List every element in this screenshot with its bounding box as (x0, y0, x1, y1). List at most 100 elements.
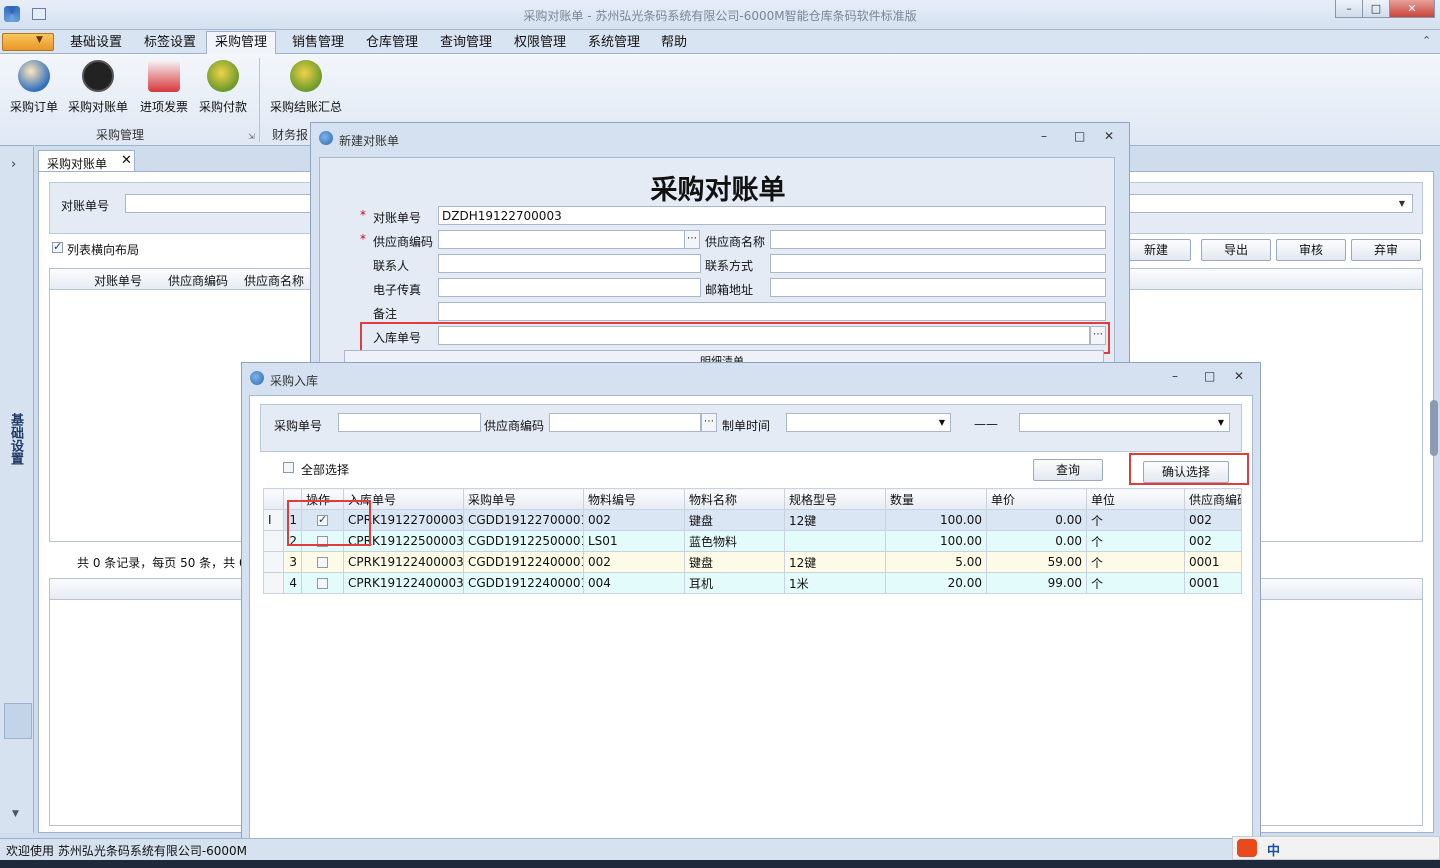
browse-ellipsis-icon[interactable]: ⋯ (684, 230, 700, 249)
filter-label: 对账单号 (61, 199, 110, 213)
cell-material-name: 键盘 (684, 551, 785, 573)
ribbon-divider (259, 58, 260, 142)
close-icon[interactable]: ✕ (1104, 129, 1114, 143)
layout-checkbox[interactable] (52, 240, 63, 253)
purchase-order-button[interactable]: 采购订单 (6, 58, 62, 115)
vertical-scrollbar[interactable] (1430, 400, 1438, 456)
row-select-checkbox[interactable] (317, 557, 328, 568)
table-row[interactable]: 3 CPRK19122400003 CGDD19122400001 002 键盘 12键 5… (263, 551, 1242, 573)
close-icon[interactable]: ✕ (121, 153, 132, 168)
cell-unit-price: 0.00 (986, 509, 1087, 531)
fax-input[interactable] (438, 278, 701, 297)
close-icon[interactable]: ✕ (1234, 369, 1244, 383)
recon-no-input[interactable]: DZDH19122700003 (438, 206, 1106, 225)
unapprove-button[interactable]: 弃审 (1351, 239, 1421, 261)
button-label: 采购付款 (198, 100, 247, 114)
col-supplier-code[interactable]: 供应商编码 (168, 272, 228, 289)
doc-tab-reconciliation[interactable]: 采购对账单 ✕ (38, 150, 135, 172)
col-material-name[interactable]: 物料名称 (684, 488, 785, 510)
expand-nav-icon[interactable]: › (11, 157, 16, 172)
row-indicator (263, 530, 284, 552)
purchase-settlement-summary-button[interactable]: 采购结账汇总 (266, 58, 346, 115)
tab-help[interactable]: 帮助 (653, 34, 695, 54)
button-label: 导出 (1223, 243, 1248, 257)
supplier-code-input[interactable] (438, 230, 686, 249)
browse-ellipsis-icon[interactable]: ⋯ (701, 413, 717, 432)
minimize-icon[interactable]: – (1172, 369, 1178, 383)
tab-label: 系统管理 (588, 35, 641, 50)
date-from-input[interactable] (786, 413, 951, 432)
tab-warehouse-management[interactable]: 仓库管理 (358, 34, 426, 54)
grid-body: I1CPRK19122700003CGDD19122700001002键盘12键… (263, 509, 1242, 594)
group-expand-icon[interactable]: ⇲ (248, 132, 255, 141)
col-unit-price[interactable]: 单价 (986, 488, 1087, 510)
col-supplier-name[interactable]: 供应商名称 (244, 272, 304, 289)
nav-panel-icon[interactable] (4, 703, 32, 739)
input-invoice-button[interactable]: 进项发票 (136, 58, 192, 115)
col-recon-no[interactable]: 对账单号 (94, 272, 142, 289)
minimize-icon[interactable]: – (1041, 129, 1047, 143)
date-to-input[interactable] (1019, 413, 1230, 432)
row-select-checkbox[interactable] (317, 578, 328, 589)
maximize-icon[interactable]: □ (1074, 129, 1085, 143)
col-po-no[interactable]: 采购单号 (463, 488, 584, 510)
envelope-icon (148, 60, 180, 92)
supplier-filter-input[interactable] (549, 413, 701, 432)
collapse-ribbon-icon[interactable]: ⌃ (1422, 34, 1431, 47)
ime-toolbar[interactable]: 中 (1232, 836, 1440, 860)
select-all-checkbox[interactable] (283, 462, 294, 473)
table-row[interactable]: 2 CPRK19122500003 CGDD19122500001 LS01 蓝色物料 1… (263, 530, 1242, 552)
maximize-icon[interactable]: □ (1204, 369, 1215, 383)
date-dropdown-icon[interactable]: ▼ (1213, 414, 1229, 431)
po-filter-input[interactable] (338, 413, 481, 432)
tab-sales-management[interactable]: 销售管理 (284, 34, 352, 54)
supplier-name-input[interactable] (770, 230, 1106, 249)
email-input[interactable] (770, 278, 1106, 297)
col-spec[interactable]: 规格型号 (784, 488, 886, 510)
close-button[interactable]: ✕ (1389, 0, 1435, 18)
table-row[interactable]: 4 CPRK19122400003 CGDD19122400001 004 耳机 1米 20… (263, 572, 1242, 594)
tab-basic-settings[interactable]: 基础设置 (62, 34, 130, 54)
col-material-no[interactable]: 物料编号 (583, 488, 685, 510)
tab-label-settings[interactable]: 标签设置 (136, 34, 204, 54)
button-label: 新建 (1143, 243, 1168, 257)
ribbon-group-finance: 财务报 (272, 128, 309, 142)
app-menu-button[interactable]: ▼ (2, 33, 54, 51)
tab-label: 查询管理 (440, 35, 493, 50)
new-button[interactable]: 新建 (1121, 239, 1191, 261)
required-marker: * (360, 208, 366, 222)
maximize-button[interactable]: □ (1362, 0, 1390, 18)
col-quantity[interactable]: 数量 (885, 488, 987, 510)
os-taskbar (0, 860, 1440, 868)
approve-button[interactable]: 审核 (1276, 239, 1346, 261)
contact-input[interactable] (438, 254, 701, 273)
phone-input[interactable] (770, 254, 1106, 273)
tab-permission-management[interactable]: 权限管理 (506, 34, 574, 54)
tab-purchase-management[interactable]: 采购管理 (206, 31, 277, 55)
layout-checkbox-label: 列表横向布局 (67, 243, 140, 257)
tab-label: 销售管理 (292, 35, 345, 50)
paging-info: 共 0 条记录，每页 50 条，共 0 (77, 556, 247, 570)
ime-mode-label[interactable]: 中 (1267, 840, 1280, 859)
purchase-payment-button[interactable]: 采购付款 (195, 58, 251, 115)
fax-label: 电子传真 (373, 283, 422, 297)
query-button[interactable]: 查询 (1033, 459, 1103, 481)
cell-quantity: 100.00 (885, 509, 987, 531)
table-row[interactable]: I1CPRK19122700003CGDD19122700001002键盘12键… (263, 509, 1242, 531)
purchase-reconciliation-button[interactable]: 采购对账单 (66, 58, 130, 115)
export-button[interactable]: 导出 (1201, 239, 1271, 261)
date-dropdown-icon[interactable]: ▼ (934, 414, 950, 431)
cell-po-no: CGDD19122700001 (463, 509, 584, 531)
scroll-down-icon[interactable]: ▼ (12, 809, 19, 819)
tab-system-management[interactable]: 系统管理 (580, 34, 648, 54)
col-unit[interactable]: 单位 (1086, 488, 1185, 510)
tab-query-management[interactable]: 查询管理 (432, 34, 500, 54)
minimize-button[interactable]: – (1335, 0, 1363, 18)
recon-no-label: 对账单号 (373, 211, 422, 225)
purchase-order-icon (18, 60, 50, 92)
col-supplier-code[interactable]: 供应商编码 (1184, 488, 1242, 510)
remark-input[interactable] (438, 302, 1106, 321)
dropdown-arrow-icon[interactable]: ▼ (1393, 195, 1411, 212)
left-nav-label[interactable]: 基础设置 (8, 413, 25, 465)
cell-po-no: CGDD19122500001 (463, 530, 584, 552)
